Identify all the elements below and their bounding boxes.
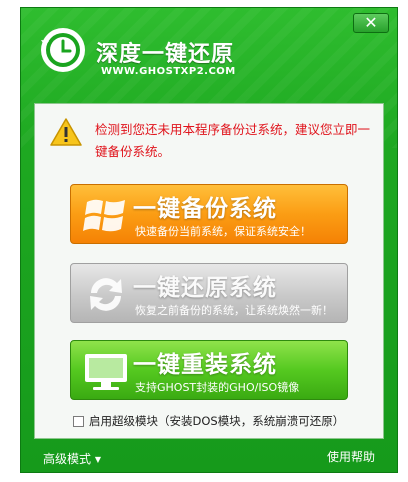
warning-message: 检测到您还未用本程序备份过系统，建议您立即一键备份系统。 [95, 122, 371, 159]
super-module-label: 启用超级模块（安装DOS模块，系统崩溃可还原） [89, 414, 345, 428]
clock-logo-icon [41, 28, 85, 72]
reinstall-system-button[interactable]: 一键重装系统 支持GHOST封装的GHO/ISO镜像 [70, 340, 348, 400]
warning-icon [50, 118, 82, 146]
help-link[interactable]: 使用帮助 [327, 448, 375, 465]
reinstall-title: 一键重装系统 [133, 352, 277, 378]
backup-system-button[interactable]: 一键备份系统 快速备份当前系统，保证系统安全！ [70, 184, 348, 244]
backup-description: 快速备份当前系统，保证系统安全！ [135, 225, 311, 238]
app-title: 深度一键还原 [96, 42, 235, 67]
super-module-option[interactable]: 启用超级模块（安装DOS模块，系统崩溃可还原） [73, 413, 344, 429]
app-website: WWW.GHOSTXP2.COM [101, 66, 236, 77]
main-panel: 检测到您还未用本程序备份过系统，建议您立即一键备份系统。 一键备份系统 快速备份… [34, 103, 384, 439]
chevron-down-icon: ▼ [94, 455, 101, 464]
advanced-mode-dropdown[interactable]: 高级模式 ▼ [43, 450, 101, 467]
refresh-arrows-icon [90, 278, 122, 311]
restore-system-button[interactable]: 一键还原系统 恢复之前备份的系统，让系统焕然一新！ [70, 263, 348, 323]
super-module-checkbox[interactable] [73, 416, 84, 427]
restore-title: 一键还原系统 [133, 275, 277, 301]
monitor-icon [85, 354, 127, 390]
backup-title: 一键备份系统 [133, 196, 277, 222]
restore-description: 恢复之前备份的系统，让系统焕然一新！ [135, 304, 333, 317]
reinstall-description: 支持GHOST封装的GHO/ISO镜像 [135, 381, 300, 394]
close-button[interactable]: ✕ [353, 13, 389, 33]
app-window: ✕ 深度一键还原 WWW.GHOSTXP2.COM 检测到您还未用本程序备份过系… [20, 7, 398, 473]
windows-flag-icon [83, 199, 125, 232]
advanced-mode-label: 高级模式 [43, 452, 92, 466]
